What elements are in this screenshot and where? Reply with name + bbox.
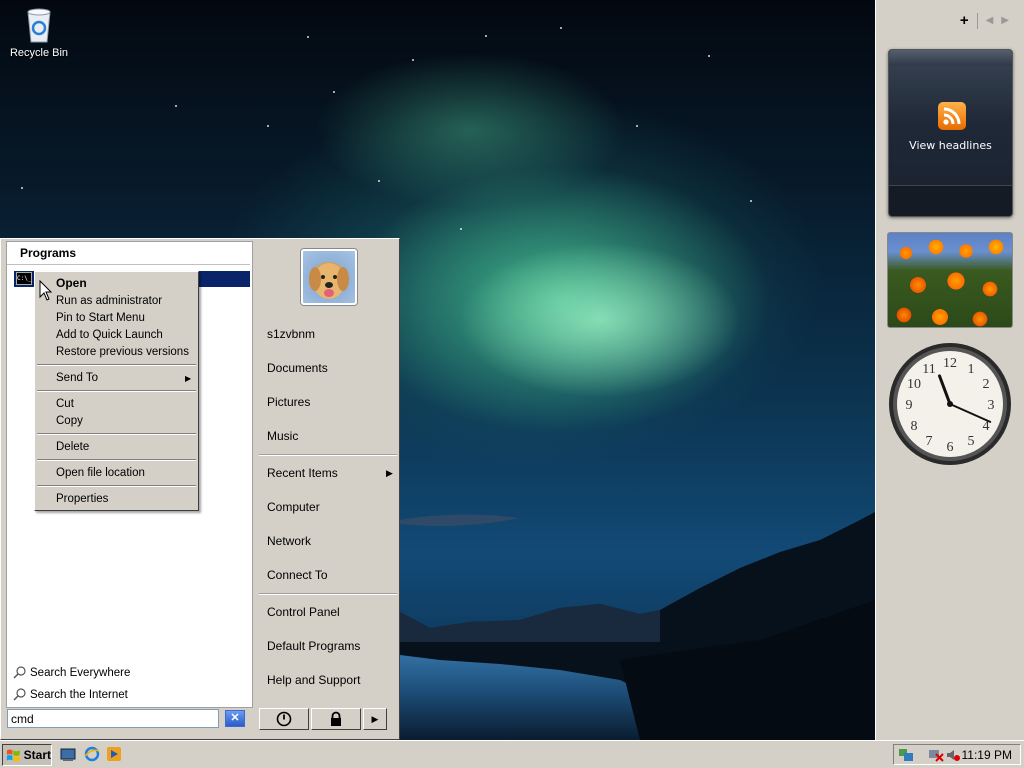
user-name-link[interactable]: s1zvbnm (267, 327, 315, 341)
power-button[interactable] (259, 708, 309, 730)
menu-item-cut[interactable]: Cut (56, 398, 74, 410)
menu-item-delete[interactable]: Delete (56, 441, 89, 453)
clock-numeral: 5 (968, 434, 975, 449)
start-menu-right-pane: s1zvbnm Documents Pictures Music Recent … (255, 241, 399, 706)
network-link[interactable]: Network (267, 534, 311, 548)
show-desktop-icon[interactable] (60, 746, 76, 762)
clock-numeral: 7 (926, 434, 933, 449)
clock-numeral: 6 (947, 440, 954, 455)
divider (259, 593, 397, 595)
music-link[interactable]: Music (267, 429, 298, 443)
shutdown-options-button[interactable]: ▶ (363, 708, 387, 730)
divider (37, 364, 196, 366)
clock-numeral: 10 (907, 377, 921, 392)
programs-header-label: Programs (20, 246, 77, 260)
dog-avatar-icon (309, 263, 349, 299)
context-menu: Open Run as administrator Pin to Start M… (34, 271, 199, 511)
taskbar: Start 11:19 PM (0, 740, 1024, 768)
search-everywhere-label: Search Everywhere (30, 666, 131, 679)
default-programs-link[interactable]: Default Programs (267, 639, 360, 653)
clock-numeral: 11 (922, 362, 935, 377)
clock-numeral: 12 (943, 356, 957, 371)
plus-icon[interactable]: + (960, 12, 969, 29)
close-icon: ✕ (230, 712, 240, 724)
start-label: Start (23, 748, 51, 762)
help-and-support-link[interactable]: Help and Support (267, 673, 360, 687)
divider (259, 454, 397, 456)
divider (37, 459, 196, 461)
search-internet-link[interactable]: Search the Internet (13, 688, 128, 701)
mouse-cursor-icon (39, 280, 53, 301)
programs-header: Programs (7, 242, 250, 265)
power-icon (276, 711, 292, 727)
menu-item-properties[interactable]: Properties (56, 493, 108, 505)
next-arrow-icon[interactable]: ▶ (1001, 15, 1009, 26)
media-player-icon[interactable] (106, 746, 122, 762)
windows-flag-icon (6, 749, 20, 762)
gadget-top-bar (889, 50, 1012, 66)
divider (37, 485, 196, 487)
menu-item-open[interactable]: Open (56, 276, 87, 290)
menu-item-copy[interactable]: Copy (56, 415, 83, 427)
volume-muted-icon[interactable] (946, 748, 960, 762)
clock-numeral: 8 (911, 419, 918, 434)
clock-center (947, 401, 953, 407)
arrow-right-icon: ▶ (371, 714, 379, 724)
clock-numeral: 1 (968, 362, 975, 377)
system-tray: 11:19 PM (893, 744, 1021, 765)
recycle-bin[interactable]: Recycle Bin (6, 4, 72, 59)
start-button[interactable]: Start (2, 744, 52, 766)
menu-item-send-to[interactable]: Send To (56, 372, 98, 384)
submenu-arrow-icon: ▶ (185, 374, 192, 383)
feed-headlines-gadget[interactable]: View headlines (888, 49, 1013, 217)
user-picture[interactable] (301, 249, 357, 305)
cmd-icon: C:\_ (16, 272, 32, 285)
network-status-icon[interactable] (898, 748, 914, 762)
documents-link[interactable]: Documents (267, 361, 328, 375)
lock-button[interactable] (311, 708, 361, 730)
clock-numeral: 9 (906, 398, 913, 413)
lock-icon (331, 711, 341, 726)
recycle-bin-icon (27, 8, 51, 43)
start-search-input[interactable] (7, 709, 219, 728)
search-icon (13, 688, 26, 701)
sidebar: + ◀ ▶ View headlines 12 1 2 3 4 5 6 7 8 … (875, 0, 1024, 740)
menu-item-open-file-location[interactable]: Open file location (56, 467, 145, 479)
menu-item-run-as-administrator[interactable]: Run as administrator (56, 295, 162, 307)
slideshow-gadget[interactable] (887, 232, 1013, 328)
internet-explorer-icon[interactable] (84, 746, 100, 762)
view-headlines-label: View headlines (909, 139, 992, 152)
pictures-link[interactable]: Pictures (267, 395, 310, 409)
submenu-arrow-icon: ▶ (386, 468, 393, 478)
search-internet-label: Search the Internet (30, 688, 128, 701)
search-icon (13, 666, 26, 679)
menu-item-restore-previous-versions[interactable]: Restore previous versions (56, 346, 189, 358)
divider (37, 390, 196, 392)
gadget-bottom-bar (889, 185, 1012, 216)
recycle-bin-label: Recycle Bin (9, 47, 69, 59)
menu-item-add-to-quick-launch[interactable]: Add to Quick Launch (56, 329, 163, 341)
connect-to-link[interactable]: Connect To (267, 568, 328, 582)
clock-gadget[interactable]: 12 1 2 3 4 5 6 7 8 9 10 11 (887, 341, 1013, 467)
control-panel-link[interactable]: Control Panel (267, 605, 340, 619)
clear-search-button[interactable]: ✕ (225, 710, 245, 727)
menu-item-pin-to-start-menu[interactable]: Pin to Start Menu (56, 312, 145, 324)
clock-numeral: 2 (983, 377, 990, 392)
rss-icon (938, 102, 966, 130)
clock-numeral: 3 (988, 398, 995, 413)
divider (37, 433, 196, 435)
taskbar-clock[interactable]: 11:19 PM (962, 748, 1012, 762)
search-everywhere-link[interactable]: Search Everywhere (13, 666, 130, 679)
computer-link[interactable]: Computer (267, 500, 320, 514)
divider (976, 12, 978, 29)
recent-items-link[interactable]: Recent Items (267, 466, 338, 480)
sidebar-controls: + ◀ ▶ (960, 12, 1009, 29)
network-disconnected-icon[interactable] (928, 748, 944, 762)
previous-arrow-icon[interactable]: ◀ (986, 15, 994, 26)
